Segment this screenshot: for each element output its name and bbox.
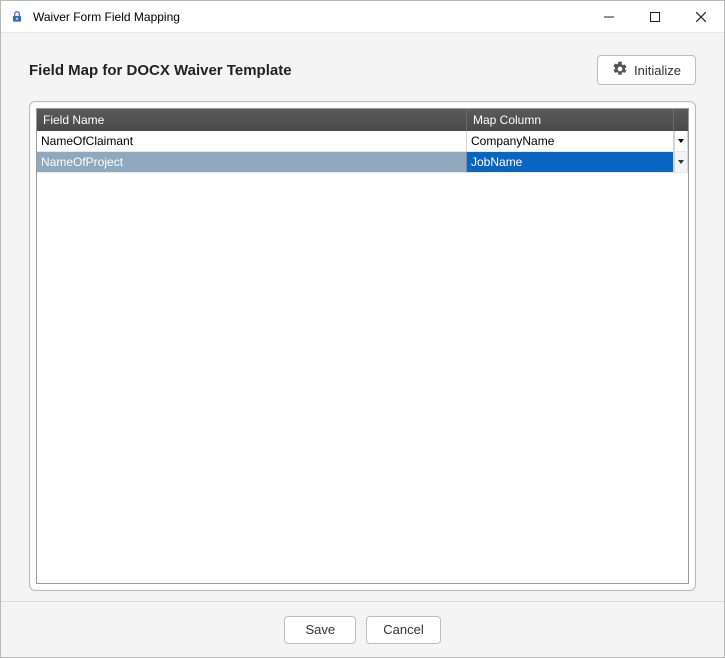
initialize-button-label: Initialize: [634, 63, 681, 78]
window-title: Waiver Form Field Mapping: [33, 10, 586, 24]
page-heading: Field Map for DOCX Waiver Template: [29, 62, 597, 79]
close-button[interactable]: [678, 1, 724, 32]
grid-header: Field Name Map Column: [37, 109, 688, 131]
cell-map-column[interactable]: CompanyName: [467, 131, 674, 152]
header-row: Field Map for DOCX Waiver Template Initi…: [29, 55, 696, 85]
minimize-button[interactable]: [586, 1, 632, 32]
cell-field-name[interactable]: NameOfProject: [37, 152, 467, 173]
cell-map-column[interactable]: JobName: [467, 152, 674, 173]
content-area: Field Map for DOCX Waiver Template Initi…: [1, 33, 724, 601]
table-row[interactable]: NameOfProjectJobName: [37, 152, 688, 173]
window-controls: [586, 1, 724, 32]
column-header-dropdown: [674, 109, 688, 131]
footer-bar: Save Cancel: [1, 601, 724, 657]
column-header-map-column[interactable]: Map Column: [467, 109, 674, 131]
dropdown-icon[interactable]: [674, 131, 688, 152]
grid-body: NameOfClaimantCompanyNameNameOfProjectJo…: [37, 131, 688, 583]
cell-field-name[interactable]: NameOfClaimant: [37, 131, 467, 152]
dropdown-icon[interactable]: [674, 152, 688, 173]
maximize-button[interactable]: [632, 1, 678, 32]
initialize-button[interactable]: Initialize: [597, 55, 696, 85]
cancel-button[interactable]: Cancel: [366, 616, 440, 644]
table-row[interactable]: NameOfClaimantCompanyName: [37, 131, 688, 152]
window: Waiver Form Field Mapping Field Map for …: [0, 0, 725, 658]
save-button[interactable]: Save: [284, 616, 356, 644]
column-header-field-name[interactable]: Field Name: [37, 109, 467, 131]
gear-icon: [612, 61, 628, 80]
field-map-grid[interactable]: Field Name Map Column NameOfClaimantComp…: [36, 108, 689, 584]
lock-icon: [9, 9, 25, 25]
grid-panel: Field Name Map Column NameOfClaimantComp…: [29, 101, 696, 591]
titlebar: Waiver Form Field Mapping: [1, 1, 724, 33]
